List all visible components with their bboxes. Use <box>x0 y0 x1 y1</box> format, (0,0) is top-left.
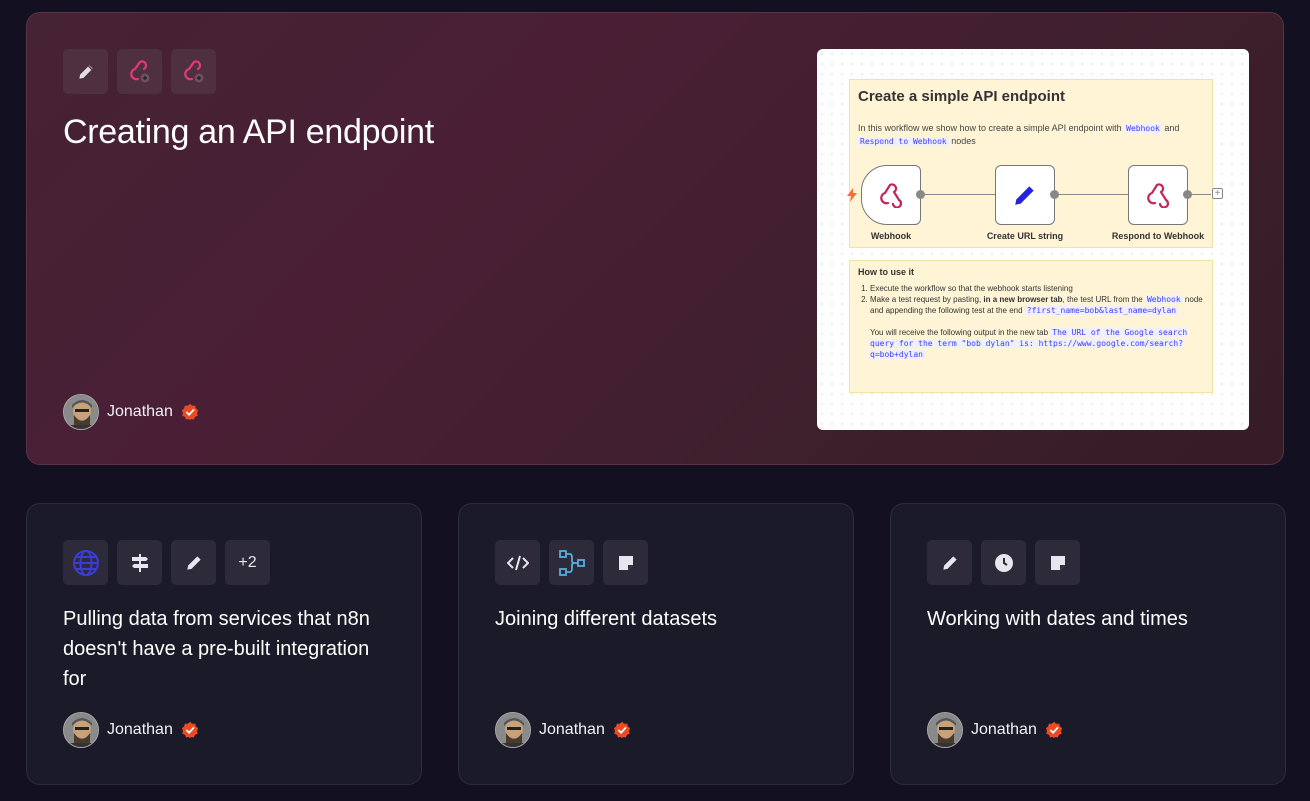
author: Jonathan <box>63 394 199 430</box>
verified-badge-icon <box>1045 721 1062 739</box>
node-label: Respond to Webhook <box>1111 231 1205 241</box>
globe-icon <box>63 540 108 585</box>
sticky-note-how-to: How to use it Execute the workflow so th… <box>849 260 1213 393</box>
signpost-icon <box>117 540 162 585</box>
workflow-title: Pulling data from services that n8n does… <box>63 608 370 690</box>
node-output-dot <box>1050 190 1059 199</box>
node-icon-row <box>495 540 648 585</box>
avatar <box>63 394 99 430</box>
workflow-title: Working with dates and times <box>927 608 1188 630</box>
node-label: Create URL string <box>986 231 1064 241</box>
webhook-icon <box>171 49 216 94</box>
connection-line <box>1191 194 1211 195</box>
pencil-icon <box>171 540 216 585</box>
author-name: Jonathan <box>971 721 1037 738</box>
pencil-icon <box>63 49 108 94</box>
node-icon-row <box>63 49 216 94</box>
featured-workflow-card[interactable]: Creating an API endpoint Jonathan Create… <box>26 12 1284 465</box>
node-icon-row: +2 <box>63 540 270 585</box>
avatar <box>63 712 99 748</box>
howto-steps: Execute the workflow so that the webhook… <box>858 283 1206 360</box>
verified-badge-icon <box>181 721 198 739</box>
author-name: Jonathan <box>107 721 173 738</box>
create-url-node[interactable] <box>995 165 1055 225</box>
webhook-node[interactable] <box>861 165 921 225</box>
connection-line <box>925 194 995 195</box>
webhook-icon <box>117 49 162 94</box>
pencil-icon <box>927 540 972 585</box>
workflow-title: Joining different datasets <box>495 608 718 630</box>
workflow-preview[interactable]: Create a simple API endpoint In this wor… <box>817 49 1249 430</box>
webhook-icon <box>1147 183 1169 208</box>
merge-icon <box>549 540 594 585</box>
verified-badge-icon <box>613 721 630 739</box>
webhook-icon <box>880 183 902 208</box>
sticky-note-icon <box>1035 540 1080 585</box>
note-title: Create a simple API endpoint <box>858 88 1065 105</box>
respond-webhook-node[interactable] <box>1128 165 1188 225</box>
workflow-card[interactable]: Joining different datasets Jonathan <box>458 503 854 785</box>
sticky-note-icon <box>603 540 648 585</box>
author-name: Jonathan <box>107 403 173 420</box>
verified-badge-icon <box>181 403 198 421</box>
note-description: In this workflow we show how to create a… <box>858 123 1180 146</box>
trigger-bolt-icon <box>847 188 857 202</box>
author: Jonathan <box>63 712 199 748</box>
workflow-title: Creating an API endpoint <box>63 113 434 151</box>
workflow-card[interactable]: +2 Pulling data from services that n8n d… <box>26 503 422 785</box>
node-output-dot <box>916 190 925 199</box>
node-label: Webhook <box>870 231 912 241</box>
node-icon-row <box>927 540 1080 585</box>
author: Jonathan <box>495 712 631 748</box>
avatar <box>927 712 963 748</box>
connection-line <box>1059 194 1129 195</box>
howto-title: How to use it <box>858 267 914 277</box>
workflow-card[interactable]: Working with dates and times Jonathan <box>890 503 1286 785</box>
author-name: Jonathan <box>539 721 605 738</box>
avatar <box>495 712 531 748</box>
more-nodes-badge: +2 <box>225 540 270 585</box>
pencil-icon <box>1015 186 1034 205</box>
clock-icon <box>981 540 1026 585</box>
add-node-icon[interactable]: + <box>1212 188 1223 199</box>
author: Jonathan <box>927 712 1063 748</box>
code-icon <box>495 540 540 585</box>
